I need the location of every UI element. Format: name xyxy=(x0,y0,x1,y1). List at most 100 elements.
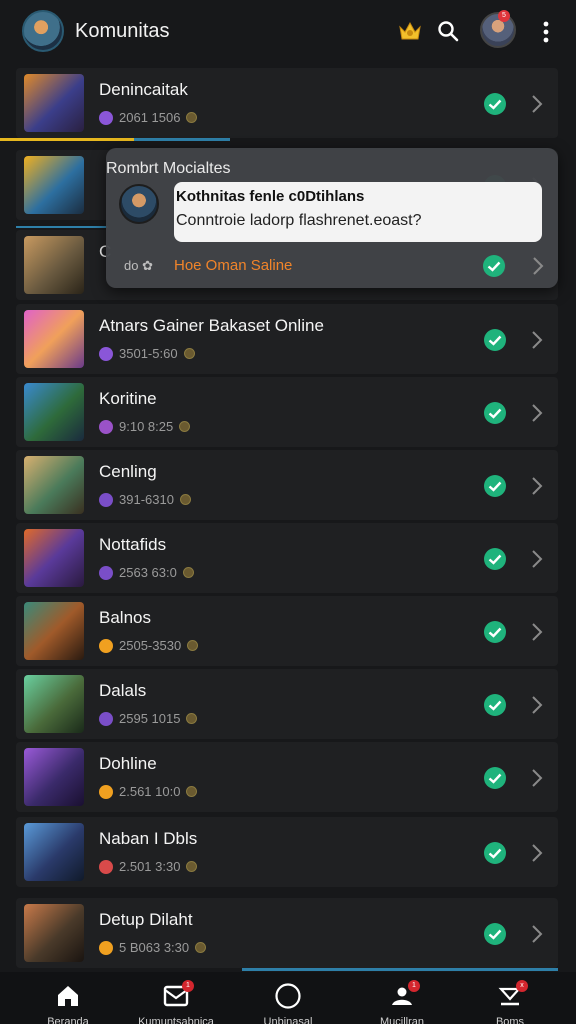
meta-text: 391-6310 xyxy=(119,492,174,507)
top-app-bar: Komunitas 5 xyxy=(0,0,576,64)
nav-item-home[interactable]: Beranda xyxy=(18,972,118,1024)
game-thumbnail xyxy=(24,529,84,587)
list-item[interactable]: Dohline 2.561 10:0 xyxy=(16,742,558,812)
list-item[interactable]: Denincaitak 2061 1506 xyxy=(16,68,558,138)
message-bubble[interactable]: Kothnitas fenle c0Dtihlans Conntroie lad… xyxy=(174,182,542,242)
chevron-right-icon[interactable] xyxy=(532,255,544,277)
bottom-navigation: Beranda 1 Kumuntsabnica Unbinasal 1 Muci… xyxy=(0,972,576,1024)
game-thumbnail xyxy=(24,823,84,881)
status-dot xyxy=(99,419,113,434)
search-icon[interactable] xyxy=(436,19,460,43)
nav-label: Unbinasal xyxy=(263,1016,313,1024)
list-item-title: Denincaitak xyxy=(99,80,188,99)
notification-popup[interactable]: Rombrt Mocialtes Kothnitas fenle c0Dtihl… xyxy=(106,148,558,288)
game-thumbnail xyxy=(24,383,84,441)
chevron-right-icon[interactable] xyxy=(531,842,543,864)
list-item-title: Cenling xyxy=(99,462,157,481)
check-circle-icon xyxy=(484,93,506,115)
list-item-title: Atnars Gainer Bakaset Online xyxy=(99,316,324,335)
coin-icon xyxy=(195,942,207,953)
status-dot xyxy=(99,565,113,580)
nav-item-community[interactable]: 1 Mucillran xyxy=(352,972,452,1024)
row-progress-bar xyxy=(16,226,108,228)
game-thumbnail xyxy=(24,675,84,733)
chevron-right-icon[interactable] xyxy=(531,402,543,424)
chevron-right-icon[interactable] xyxy=(531,475,543,497)
check-circle-icon xyxy=(483,255,505,277)
meta-text: 2.561 10:0 xyxy=(119,784,181,799)
list-item[interactable]: Atnars Gainer Bakaset Online 3501-5:60 xyxy=(16,304,558,374)
chevron-right-icon[interactable] xyxy=(531,329,543,351)
list-item[interactable]: Koritine 9:10 8:25 xyxy=(16,377,558,447)
nav-item-downloads[interactable]: x Boms xyxy=(460,972,560,1024)
coin-icon xyxy=(186,861,198,872)
list-item-meta: 2.561 10:0 xyxy=(99,784,198,799)
list-item-meta: 3501-5:60 xyxy=(99,346,195,361)
game-thumbnail xyxy=(24,602,84,660)
chevron-right-icon[interactable] xyxy=(531,93,543,115)
list-item[interactable]: Balnos 2505-3530 xyxy=(16,596,558,666)
popup-title: Rombrt Mocialtes xyxy=(106,160,231,177)
status-dot xyxy=(99,940,113,955)
status-dot xyxy=(99,346,113,361)
app-avatar[interactable] xyxy=(22,10,64,52)
chevron-right-icon[interactable] xyxy=(531,767,543,789)
status-dot xyxy=(99,492,113,507)
coin-icon xyxy=(186,786,198,797)
list-item[interactable]: Naban I Dbls 2.501 3:30 xyxy=(16,817,558,887)
meta-text: 2061 1506 xyxy=(119,110,181,125)
kebab-menu-icon[interactable] xyxy=(538,18,554,46)
home-icon xyxy=(58,986,78,1006)
popup-link[interactable]: Hoe Oman Saline xyxy=(174,257,292,274)
game-thumbnail xyxy=(24,74,84,132)
list-item[interactable]: Nottafids 2563 63:0 xyxy=(16,523,558,593)
list-item[interactable]: Dalals 2595 1015 xyxy=(16,669,558,739)
check-circle-icon xyxy=(484,329,506,351)
nav-label: Kumuntsabnica xyxy=(138,1016,214,1024)
nav-label: Mucillran xyxy=(379,1016,424,1024)
nav-item-center[interactable]: Unbinasal xyxy=(238,972,338,1024)
chevron-right-icon[interactable] xyxy=(531,621,543,643)
coin-icon xyxy=(186,112,198,123)
meta-text: 5 B063 3:30 xyxy=(119,940,190,955)
circle-icon xyxy=(275,983,301,1009)
page-title: Komunitas xyxy=(75,20,170,42)
list-item-meta: 2563 63:0 xyxy=(99,565,194,580)
nav-item-inbox[interactable]: 1 Kumuntsabnica xyxy=(126,972,226,1024)
list-item-meta: 2.501 3:30 xyxy=(99,859,198,874)
check-circle-icon xyxy=(484,548,506,570)
meta-text: do xyxy=(124,258,139,273)
list-item[interactable]: Cenling 391-6310 xyxy=(16,450,558,520)
meta-text: 2.501 3:30 xyxy=(119,859,181,874)
sender-avatar xyxy=(119,184,159,224)
message-heading: Kothnitas fenle c0Dtihlans xyxy=(176,188,365,205)
list-item-title: Detup Dilaht xyxy=(99,910,193,929)
check-circle-icon xyxy=(484,842,506,864)
status-dot xyxy=(99,638,113,653)
check-circle-icon xyxy=(484,402,506,424)
check-circle-icon xyxy=(484,923,506,945)
coin-icon xyxy=(179,421,191,432)
check-circle-icon xyxy=(484,694,506,716)
chevron-right-icon[interactable] xyxy=(531,694,543,716)
game-thumbnail xyxy=(24,748,84,806)
list-item-meta: 2505-3530 xyxy=(99,638,199,653)
row-progress-bar xyxy=(0,138,576,142)
chevron-right-icon[interactable] xyxy=(531,923,543,945)
list-item-title: Naban I Dbls xyxy=(99,829,198,848)
chevron-right-icon[interactable] xyxy=(531,548,543,570)
list-item-meta: 2061 1506 xyxy=(99,110,198,125)
status-dot xyxy=(99,859,113,874)
nav-badge: x xyxy=(516,980,528,992)
coin-icon xyxy=(179,494,191,505)
notification-badge: 5 xyxy=(498,10,510,22)
status-dot xyxy=(99,711,113,726)
nav-badge: 1 xyxy=(408,980,420,992)
list-item[interactable]: Detup Dilaht 5 B063 3:30 xyxy=(16,898,558,968)
crown-icon[interactable] xyxy=(397,18,423,44)
check-circle-icon xyxy=(484,475,506,497)
nav-label: Beranda xyxy=(47,1016,89,1024)
check-circle-icon xyxy=(484,767,506,789)
list-item-meta: 2595 1015 xyxy=(99,711,198,726)
meta-text: 3501-5:60 xyxy=(119,346,178,361)
